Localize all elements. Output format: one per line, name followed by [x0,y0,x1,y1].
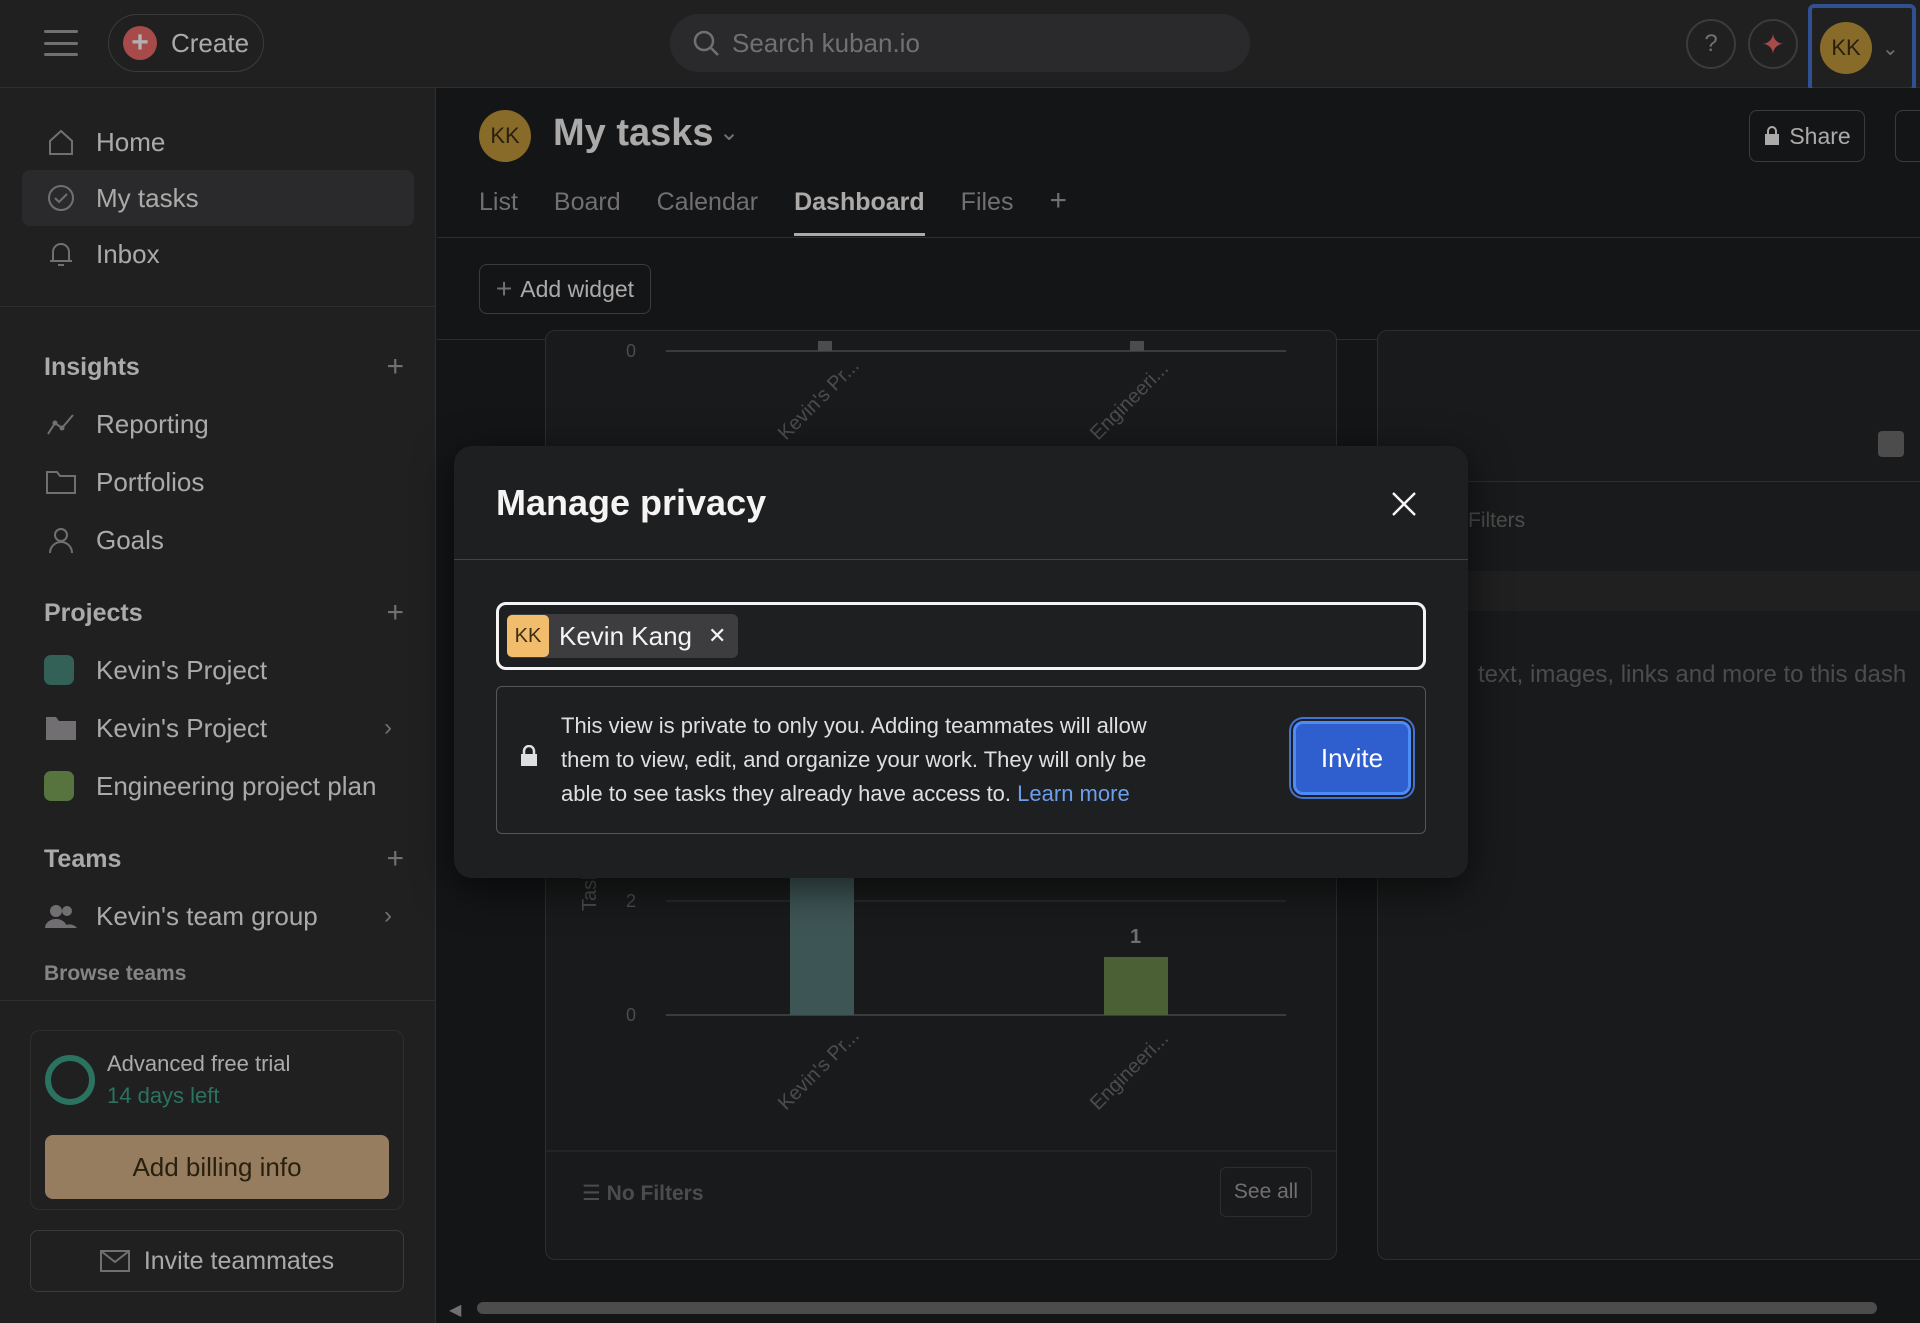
lock-icon [521,745,537,766]
close-icon[interactable] [1384,484,1424,524]
privacy-notice: This view is private to only you. Adding… [496,686,1426,834]
learn-more-link[interactable]: Learn more [1017,781,1130,806]
manage-privacy-dialog: Manage privacy KK Kevin Kang ✕ This view… [454,446,1468,878]
privacy-text: This view is private to only you. Adding… [561,709,1161,811]
invite-button[interactable]: Invite [1293,721,1411,795]
divider [454,559,1468,560]
dialog-title: Manage privacy [496,482,767,523]
invitee-chip[interactable]: KK Kevin Kang ✕ [507,614,739,658]
invitee-name: Kevin Kang [559,620,692,651]
avatar: KK [507,615,549,657]
remove-chip-icon[interactable]: ✕ [708,623,726,649]
invitee-input[interactable]: KK Kevin Kang ✕ [496,602,1426,670]
